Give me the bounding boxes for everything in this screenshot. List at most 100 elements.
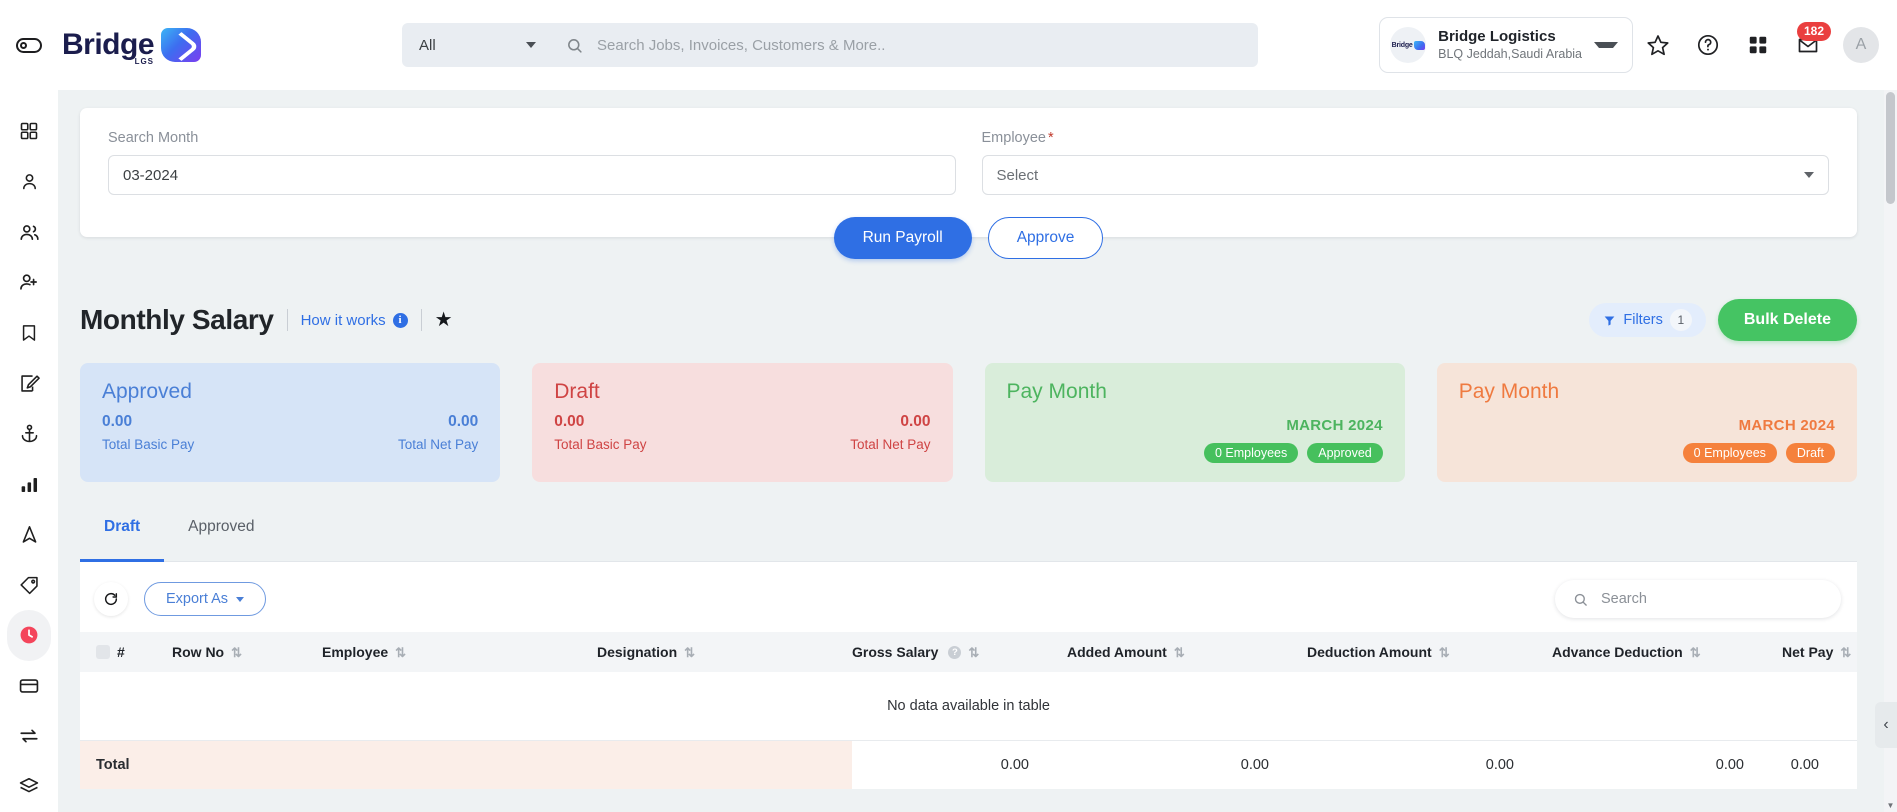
global-search[interactable] [550, 23, 1259, 67]
sort-icon[interactable]: ⇅ [684, 646, 695, 659]
search-month-field: Search Month 03-2024 [108, 130, 956, 195]
employee-select-value: Select [996, 166, 1039, 184]
filters-button[interactable]: Filters 1 [1589, 303, 1706, 337]
sidebar-item-payroll[interactable] [7, 610, 51, 661]
user-avatar[interactable]: A [1843, 27, 1879, 63]
organization-selector[interactable]: Bridge Bridge Logistics BLQ Jeddah,Saudi… [1379, 17, 1633, 73]
sidebar-item-reports[interactable] [7, 459, 51, 509]
select-all-checkbox[interactable] [96, 645, 110, 659]
organization-avatar-text: Bridge [1391, 41, 1413, 49]
total-label: Total [80, 740, 852, 789]
run-payroll-button[interactable]: Run Payroll [833, 217, 972, 259]
sidebar-item-shipping[interactable] [7, 409, 51, 459]
layers-icon [19, 777, 39, 793]
column-deduction-amount[interactable]: Deduction Amount ⇅ [1307, 632, 1552, 672]
column-label: Added Amount [1067, 644, 1167, 660]
column-net-pay[interactable]: Net Pay ⇅ [1782, 632, 1857, 672]
sidebar-item-customers[interactable] [7, 207, 51, 257]
sort-icon[interactable]: ⇅ [231, 646, 242, 659]
card-draft: Draft 0.00 0.00 Total Basic Pay Total Ne… [532, 363, 953, 482]
sort-icon[interactable]: ⇅ [1690, 646, 1701, 659]
global-search-input[interactable] [595, 35, 1196, 55]
panel-actions: Run Payroll Approve [108, 217, 1829, 259]
brand-mark-small-icon [1413, 40, 1425, 50]
bulk-delete-button[interactable]: Bulk Delete [1717, 299, 1857, 341]
card-values: 0.00 0.00 [102, 413, 478, 431]
column-employee[interactable]: Employee ⇅ [322, 632, 597, 672]
organization-avatar-label: Bridge [1391, 40, 1425, 50]
table-body: No data available in table Total 0.00 0.… [80, 672, 1857, 789]
card-month: MARCH 2024 [1738, 417, 1835, 434]
export-as-button[interactable]: Export As [144, 582, 267, 616]
sort-icon[interactable]: ⇅ [1439, 646, 1450, 659]
sort-icon[interactable]: ⇅ [968, 646, 979, 659]
sidebar-toggle-icon[interactable] [0, 37, 58, 53]
table-toolbar: Export As [80, 562, 1857, 632]
sort-icon[interactable]: ⇅ [1174, 646, 1185, 659]
column-advance-deduction[interactable]: Advance Deduction ⇅ [1552, 632, 1782, 672]
total-deduction-amount: 0.00 [1307, 740, 1552, 789]
total-gross-salary: 0.00 [852, 740, 1067, 789]
sidebar-item-edit[interactable] [7, 358, 51, 408]
help-button[interactable] [1683, 20, 1733, 70]
column-label: Designation [597, 644, 678, 660]
favorites-button[interactable] [1633, 20, 1683, 70]
apps-button[interactable] [1733, 20, 1783, 70]
tab-approved[interactable]: Approved [164, 518, 278, 561]
search-month-input[interactable]: 03-2024 [108, 155, 956, 195]
sidebar-item-layers[interactable] [7, 761, 51, 811]
column-row-no[interactable]: Row No ⇅ [172, 632, 322, 672]
column-added-amount[interactable]: Added Amount ⇅ [1067, 632, 1307, 672]
sidebar-item-add-user[interactable] [7, 257, 51, 307]
approve-button[interactable]: Approve [987, 217, 1104, 259]
sidebar-item-navigation[interactable] [7, 509, 51, 559]
navigation-arrow-icon [22, 526, 36, 543]
organization-avatar: Bridge [1390, 27, 1427, 63]
scroll-down-arrow-icon[interactable]: ▼ [1884, 799, 1897, 812]
page-heading: Monthly Salary How it works i ★ Filters … [80, 299, 1857, 341]
status-pill: Approved [1307, 443, 1383, 463]
chevron-down-icon [236, 596, 245, 602]
divider [420, 309, 422, 331]
bookmark-icon [22, 325, 36, 341]
sidebar-item-bookmarks[interactable] [7, 308, 51, 358]
exchange-arrows-icon [20, 729, 38, 743]
credit-card-icon [19, 679, 39, 693]
sidebar-item-payments[interactable] [7, 661, 51, 711]
filters-count-badge: 1 [1669, 309, 1692, 331]
help-icon[interactable]: ? [948, 645, 962, 659]
right-panel-collapse-toggle[interactable]: ‹ [1875, 702, 1897, 748]
sidebar-item-transfers[interactable] [7, 711, 51, 761]
table-search[interactable] [1555, 580, 1841, 618]
how-it-works-link[interactable]: How it works [301, 312, 386, 329]
sort-icon[interactable]: ⇅ [395, 646, 406, 659]
column-label: Row No [172, 644, 225, 660]
card-title: Approved [102, 380, 192, 403]
table-header-row: # Row No ⇅ Employee ⇅ Designation ⇅ Gros… [80, 632, 1857, 672]
employee-label-text: Employee [981, 130, 1046, 146]
employee-select[interactable]: Select [981, 155, 1829, 195]
sidebar-item-profile[interactable] [7, 156, 51, 206]
column-gross-salary[interactable]: Gross Salary ? ⇅ [852, 632, 1067, 672]
chevron-left-icon: ‹ [1883, 716, 1889, 733]
filter-fields: Search Month 03-2024 Employee * Select [108, 130, 1829, 195]
favorite-star-icon[interactable]: ★ [435, 310, 453, 330]
page-scrollbar-thumb[interactable] [1886, 92, 1895, 204]
sidebar-item-tags[interactable] [7, 560, 51, 610]
card-month: MARCH 2024 [1286, 417, 1383, 434]
inbox-button[interactable]: 182 [1783, 20, 1833, 70]
tab-draft[interactable]: Draft [80, 518, 165, 562]
card-labels: Total Basic Pay Total Net Pay [554, 437, 930, 452]
bar-chart-icon [21, 477, 37, 492]
brand-logo[interactable]: Bridge LGS [62, 28, 202, 66]
search-category-select[interactable]: All [402, 23, 551, 67]
info-icon[interactable]: i [392, 312, 408, 328]
table-header: # Row No ⇅ Employee ⇅ Designation ⇅ Gros… [80, 632, 1857, 672]
refresh-button[interactable] [94, 582, 128, 616]
grid-dashboard-icon [20, 122, 38, 140]
header-actions: Bridge Bridge Logistics BLQ Jeddah,Saudi… [1379, 17, 1897, 73]
sidebar-item-dashboard[interactable] [7, 106, 51, 156]
table-search-input[interactable] [1599, 590, 1809, 608]
column-designation[interactable]: Designation ⇅ [597, 632, 852, 672]
sort-icon[interactable]: ⇅ [1840, 646, 1851, 659]
